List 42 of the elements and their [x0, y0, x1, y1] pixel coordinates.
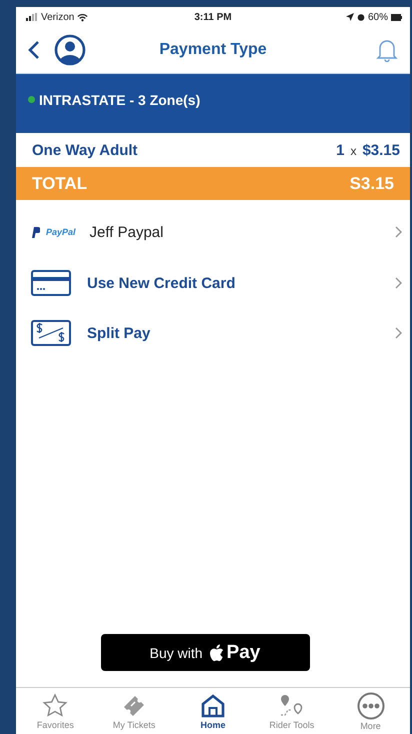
account-icon[interactable]	[54, 34, 86, 66]
wifi-icon	[77, 12, 88, 22]
page-title: Payment Type	[159, 41, 267, 59]
carrier-text: Verizon	[41, 12, 74, 22]
chevron-right-icon	[395, 277, 402, 289]
battery-icon	[391, 14, 402, 20]
paypal-logo-text: PayPal	[46, 227, 76, 237]
chevron-right-icon	[395, 226, 402, 238]
ticket-name: One Way Adult	[32, 142, 138, 158]
times-sign: x	[350, 144, 356, 158]
option-label: Split Pay	[87, 324, 150, 342]
chevron-right-icon	[395, 327, 402, 339]
apple-logo-icon	[208, 644, 224, 662]
time-text: 3:11 PM	[194, 12, 232, 22]
tab-bar-item[interactable]: Favorites	[20, 692, 90, 730]
payment-option[interactable]: Use New Credit Card	[16, 258, 410, 308]
tab-bar-item[interactable]: Rider Tools	[256, 692, 327, 730]
signal-icon	[26, 13, 38, 21]
paypal-p-icon	[31, 226, 40, 238]
credit-card-icon	[31, 270, 71, 296]
total-amount: S3.15	[350, 174, 394, 194]
more-icon	[356, 692, 385, 720]
tab-bar-item[interactable]: Home	[178, 692, 248, 730]
split-money-icon	[31, 320, 71, 346]
location-icon	[346, 13, 354, 21]
alarm-icon	[356, 13, 365, 21]
notification-bell-icon[interactable]	[376, 38, 398, 62]
payment-option[interactable]: Split Pay	[16, 308, 410, 358]
ticket-price: $3.15	[362, 142, 400, 158]
option-label: Jeff Paypal	[90, 224, 164, 240]
total-label: TOTAL	[32, 174, 88, 194]
tab-bar-item[interactable]: My Tickets	[99, 692, 170, 730]
ticket-quantity: 1	[336, 142, 344, 158]
star-icon	[42, 692, 68, 718]
home-icon	[200, 692, 226, 718]
battery-text: 60%	[368, 12, 388, 22]
tab-bar-item[interactable]: More	[336, 692, 406, 730]
back-icon[interactable]	[28, 40, 40, 60]
option-label: Use New Credit Card	[87, 274, 236, 292]
payment-option[interactable]: PayPal Jeff Paypal	[16, 206, 410, 258]
zone-label: INTRASTATE - 3 Zone(s)	[39, 92, 200, 108]
apple-pay-button[interactable]: Buy with Pay	[100, 634, 310, 671]
